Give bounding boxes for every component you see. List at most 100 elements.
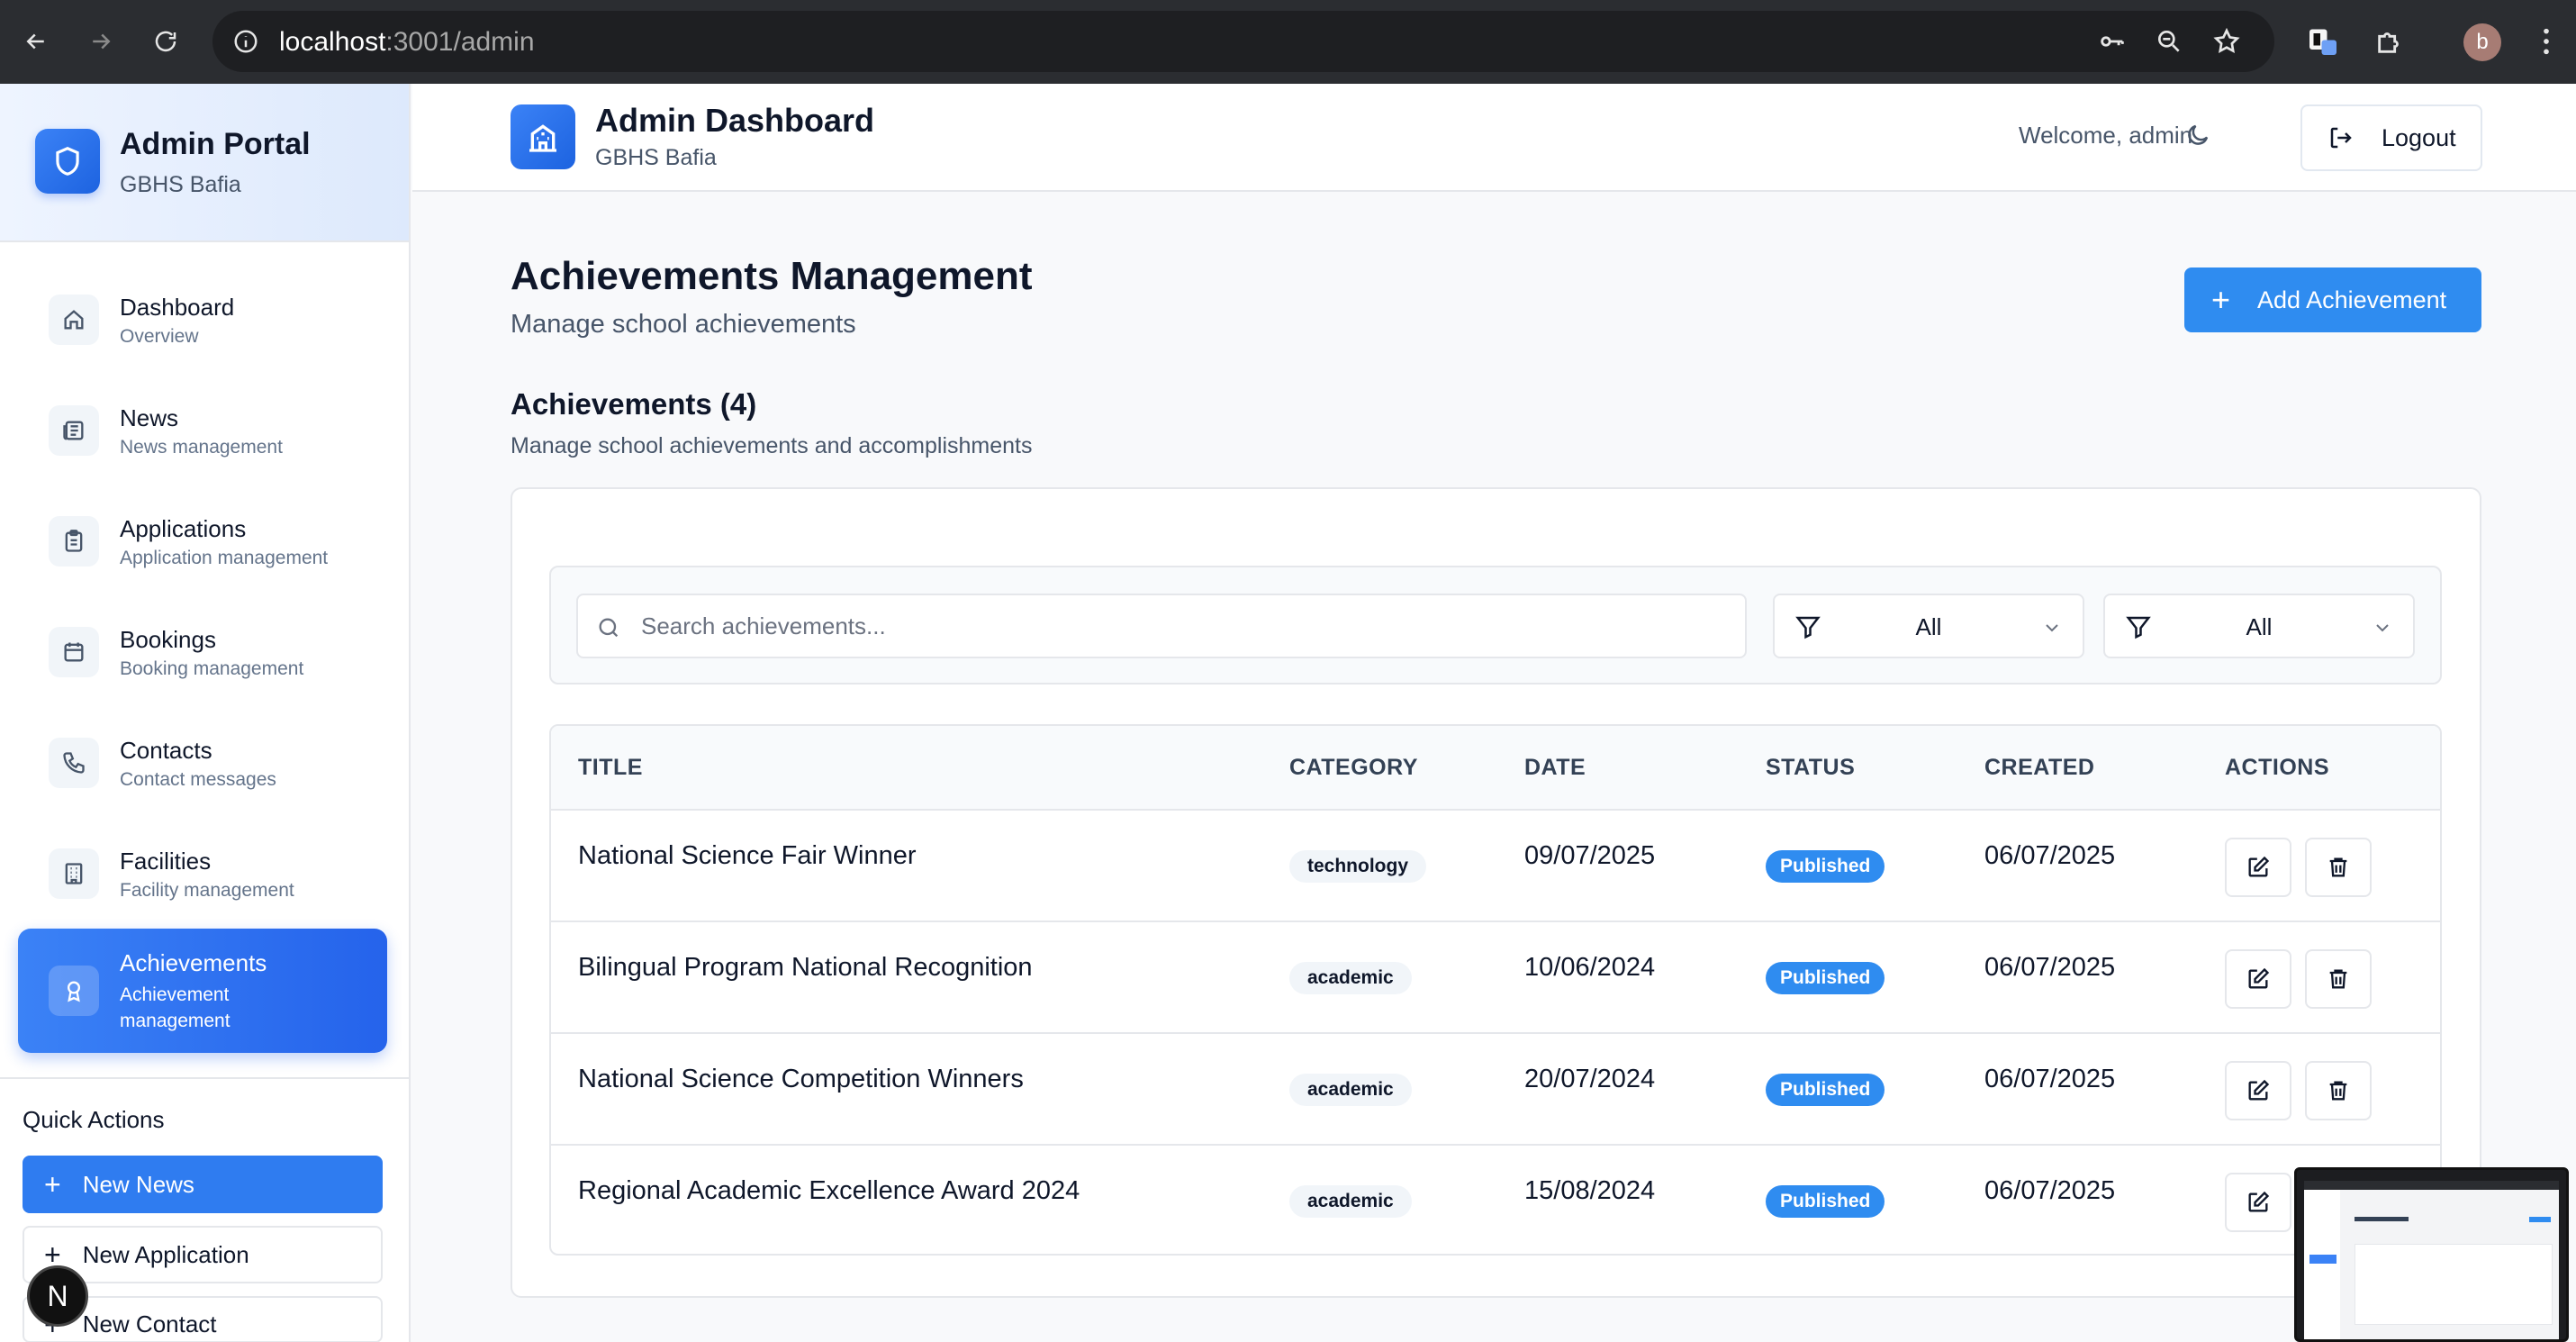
column-header-date: DATE xyxy=(1524,755,1586,780)
delete-button[interactable] xyxy=(2305,949,2372,1009)
new-news-button[interactable]: + New News xyxy=(23,1156,383,1213)
sidebar-item-desc: Overview xyxy=(120,326,199,347)
extensions-puzzle-icon[interactable] xyxy=(2373,25,2406,58)
row-date: 09/07/2025 xyxy=(1524,841,1656,870)
table-row: Bilingual Program National Recognition a… xyxy=(551,922,2440,1034)
address-bar[interactable]: localhost:3001/admin xyxy=(212,11,2274,72)
forward-arrow-icon[interactable] xyxy=(83,23,119,59)
logout-button[interactable]: Logout xyxy=(2300,104,2482,171)
app-header: Admin Dashboard GBHS Bafia Welcome, admi… xyxy=(412,84,2576,192)
add-achievement-button[interactable]: + Add Achievement xyxy=(2184,267,2481,332)
plus-icon: + xyxy=(44,1168,61,1201)
category-filter-select[interactable]: All xyxy=(1773,594,2084,658)
row-created: 06/07/2025 xyxy=(1984,1176,2116,1205)
password-key-icon[interactable] xyxy=(2097,26,2128,57)
zoom-icon[interactable] xyxy=(2154,26,2184,57)
status-filter-select[interactable]: All xyxy=(2103,594,2415,658)
achievements-table: TITLE CATEGORY DATE STATUS CREATED ACTIO… xyxy=(549,724,2442,1256)
status-badge: Published xyxy=(1766,1185,1885,1218)
sidebar-item-label: Bookings xyxy=(120,626,216,653)
sidebar-item-facilities[interactable]: Facilities Facility management xyxy=(18,812,387,936)
status-badge: Published xyxy=(1766,962,1885,994)
welcome-text: Welcome, admin xyxy=(2019,122,2193,149)
quick-action-label: New Application xyxy=(82,1240,249,1268)
shield-icon xyxy=(35,129,100,194)
table-row: National Science Fair Winner technology … xyxy=(551,811,2440,922)
newspaper-icon xyxy=(49,405,99,456)
screenshot-thumbnail[interactable] xyxy=(2294,1167,2569,1342)
category-badge: academic xyxy=(1289,1074,1412,1106)
thumbnail-heading xyxy=(2355,1217,2409,1221)
page-title: Achievements Management xyxy=(511,254,1033,298)
edit-button[interactable] xyxy=(2225,949,2291,1009)
row-created: 06/07/2025 xyxy=(1984,953,2116,982)
row-date: 15/08/2024 xyxy=(1524,1176,1656,1205)
search-icon xyxy=(599,618,619,638)
site-info-icon[interactable] xyxy=(230,26,261,57)
url-text: localhost:3001/admin xyxy=(279,27,535,58)
row-date: 10/06/2024 xyxy=(1524,953,1656,982)
table-header: TITLE CATEGORY DATE STATUS CREATED ACTIO… xyxy=(551,726,2440,811)
table-row: National Science Competition Winners aca… xyxy=(551,1034,2440,1146)
logout-icon xyxy=(2330,127,2352,149)
profile-avatar[interactable]: b xyxy=(2463,23,2501,61)
sidebar-item-desc: Achievement management xyxy=(120,984,230,1031)
category-badge: academic xyxy=(1289,962,1412,994)
edit-button[interactable] xyxy=(2225,838,2291,897)
sidebar-subtitle: GBHS Bafia xyxy=(120,172,241,197)
phone-icon xyxy=(49,738,99,788)
row-date: 20/07/2024 xyxy=(1524,1065,1656,1093)
logout-label: Logout xyxy=(2382,123,2456,151)
delete-button[interactable] xyxy=(2305,838,2372,897)
extension-app-icon[interactable] xyxy=(2307,25,2339,58)
sidebar-item-contacts[interactable]: Contacts Contact messages xyxy=(18,701,387,825)
delete-button[interactable] xyxy=(2305,1061,2372,1120)
trash-icon xyxy=(2329,857,2347,877)
sidebar-item-label: Facilities xyxy=(120,848,212,875)
column-header-created: CREATED xyxy=(1984,755,2095,780)
sidebar-title: Admin Portal xyxy=(120,127,311,161)
filter-value: All xyxy=(2246,613,2273,640)
column-header-actions: ACTIONS xyxy=(2225,755,2329,780)
edit-icon xyxy=(2248,1079,2270,1101)
chevron-down-icon xyxy=(2376,624,2389,632)
more-menu-icon[interactable] xyxy=(2535,25,2557,58)
sidebar-item-desc: News management xyxy=(120,437,283,458)
url-path: :3001/admin xyxy=(385,27,535,57)
reload-icon[interactable] xyxy=(148,23,184,59)
table-row: Regional Academic Excellence Award 2024 … xyxy=(551,1146,2440,1254)
edit-button[interactable] xyxy=(2225,1061,2291,1120)
trash-icon xyxy=(2329,1081,2347,1101)
sidebar-item-bookings[interactable]: Bookings Booking management xyxy=(18,590,387,714)
sidebar-item-label: Applications xyxy=(120,515,247,542)
column-header-title: TITLE xyxy=(578,755,643,780)
trash-icon xyxy=(2329,969,2347,989)
search-field[interactable] xyxy=(576,594,1747,658)
category-badge: technology xyxy=(1289,850,1427,883)
page-subtitle: Manage school achievements xyxy=(511,310,856,339)
sidebar-item-desc: Contact messages xyxy=(120,769,276,790)
add-achievement-label: Add Achievement xyxy=(2257,286,2447,313)
sidebar-item-desc: Booking management xyxy=(120,658,304,679)
row-title: National Science Competition Winners xyxy=(578,1065,1024,1093)
sidebar-item-news[interactable]: News News management xyxy=(18,368,387,493)
header-title: Admin Dashboard xyxy=(595,102,875,139)
nextjs-dev-badge[interactable]: N xyxy=(27,1265,88,1327)
quick-action-label: New News xyxy=(82,1170,194,1198)
section-subtitle: Manage school achievements and accomplis… xyxy=(511,433,1033,458)
thumbnail-table xyxy=(2355,1244,2553,1325)
search-input[interactable] xyxy=(641,608,1722,644)
back-arrow-icon[interactable] xyxy=(18,23,54,59)
sidebar-item-dashboard[interactable]: Dashboard Overview xyxy=(18,258,387,382)
moon-icon[interactable] xyxy=(2184,122,2215,152)
sidebar-item-applications[interactable]: Applications Application management xyxy=(18,479,387,603)
filter-value: All xyxy=(1915,613,1942,640)
row-title: National Science Fair Winner xyxy=(578,841,917,870)
chevron-down-icon xyxy=(2046,624,2058,632)
edit-icon xyxy=(2248,1191,2270,1212)
browser-toolbar: localhost:3001/admin b xyxy=(0,0,2576,84)
edit-button[interactable] xyxy=(2225,1173,2291,1232)
sidebar-item-achievements[interactable]: Achievements Achievement management xyxy=(18,929,387,1053)
sidebar-divider xyxy=(0,1077,409,1079)
bookmark-star-icon[interactable] xyxy=(2211,26,2242,57)
